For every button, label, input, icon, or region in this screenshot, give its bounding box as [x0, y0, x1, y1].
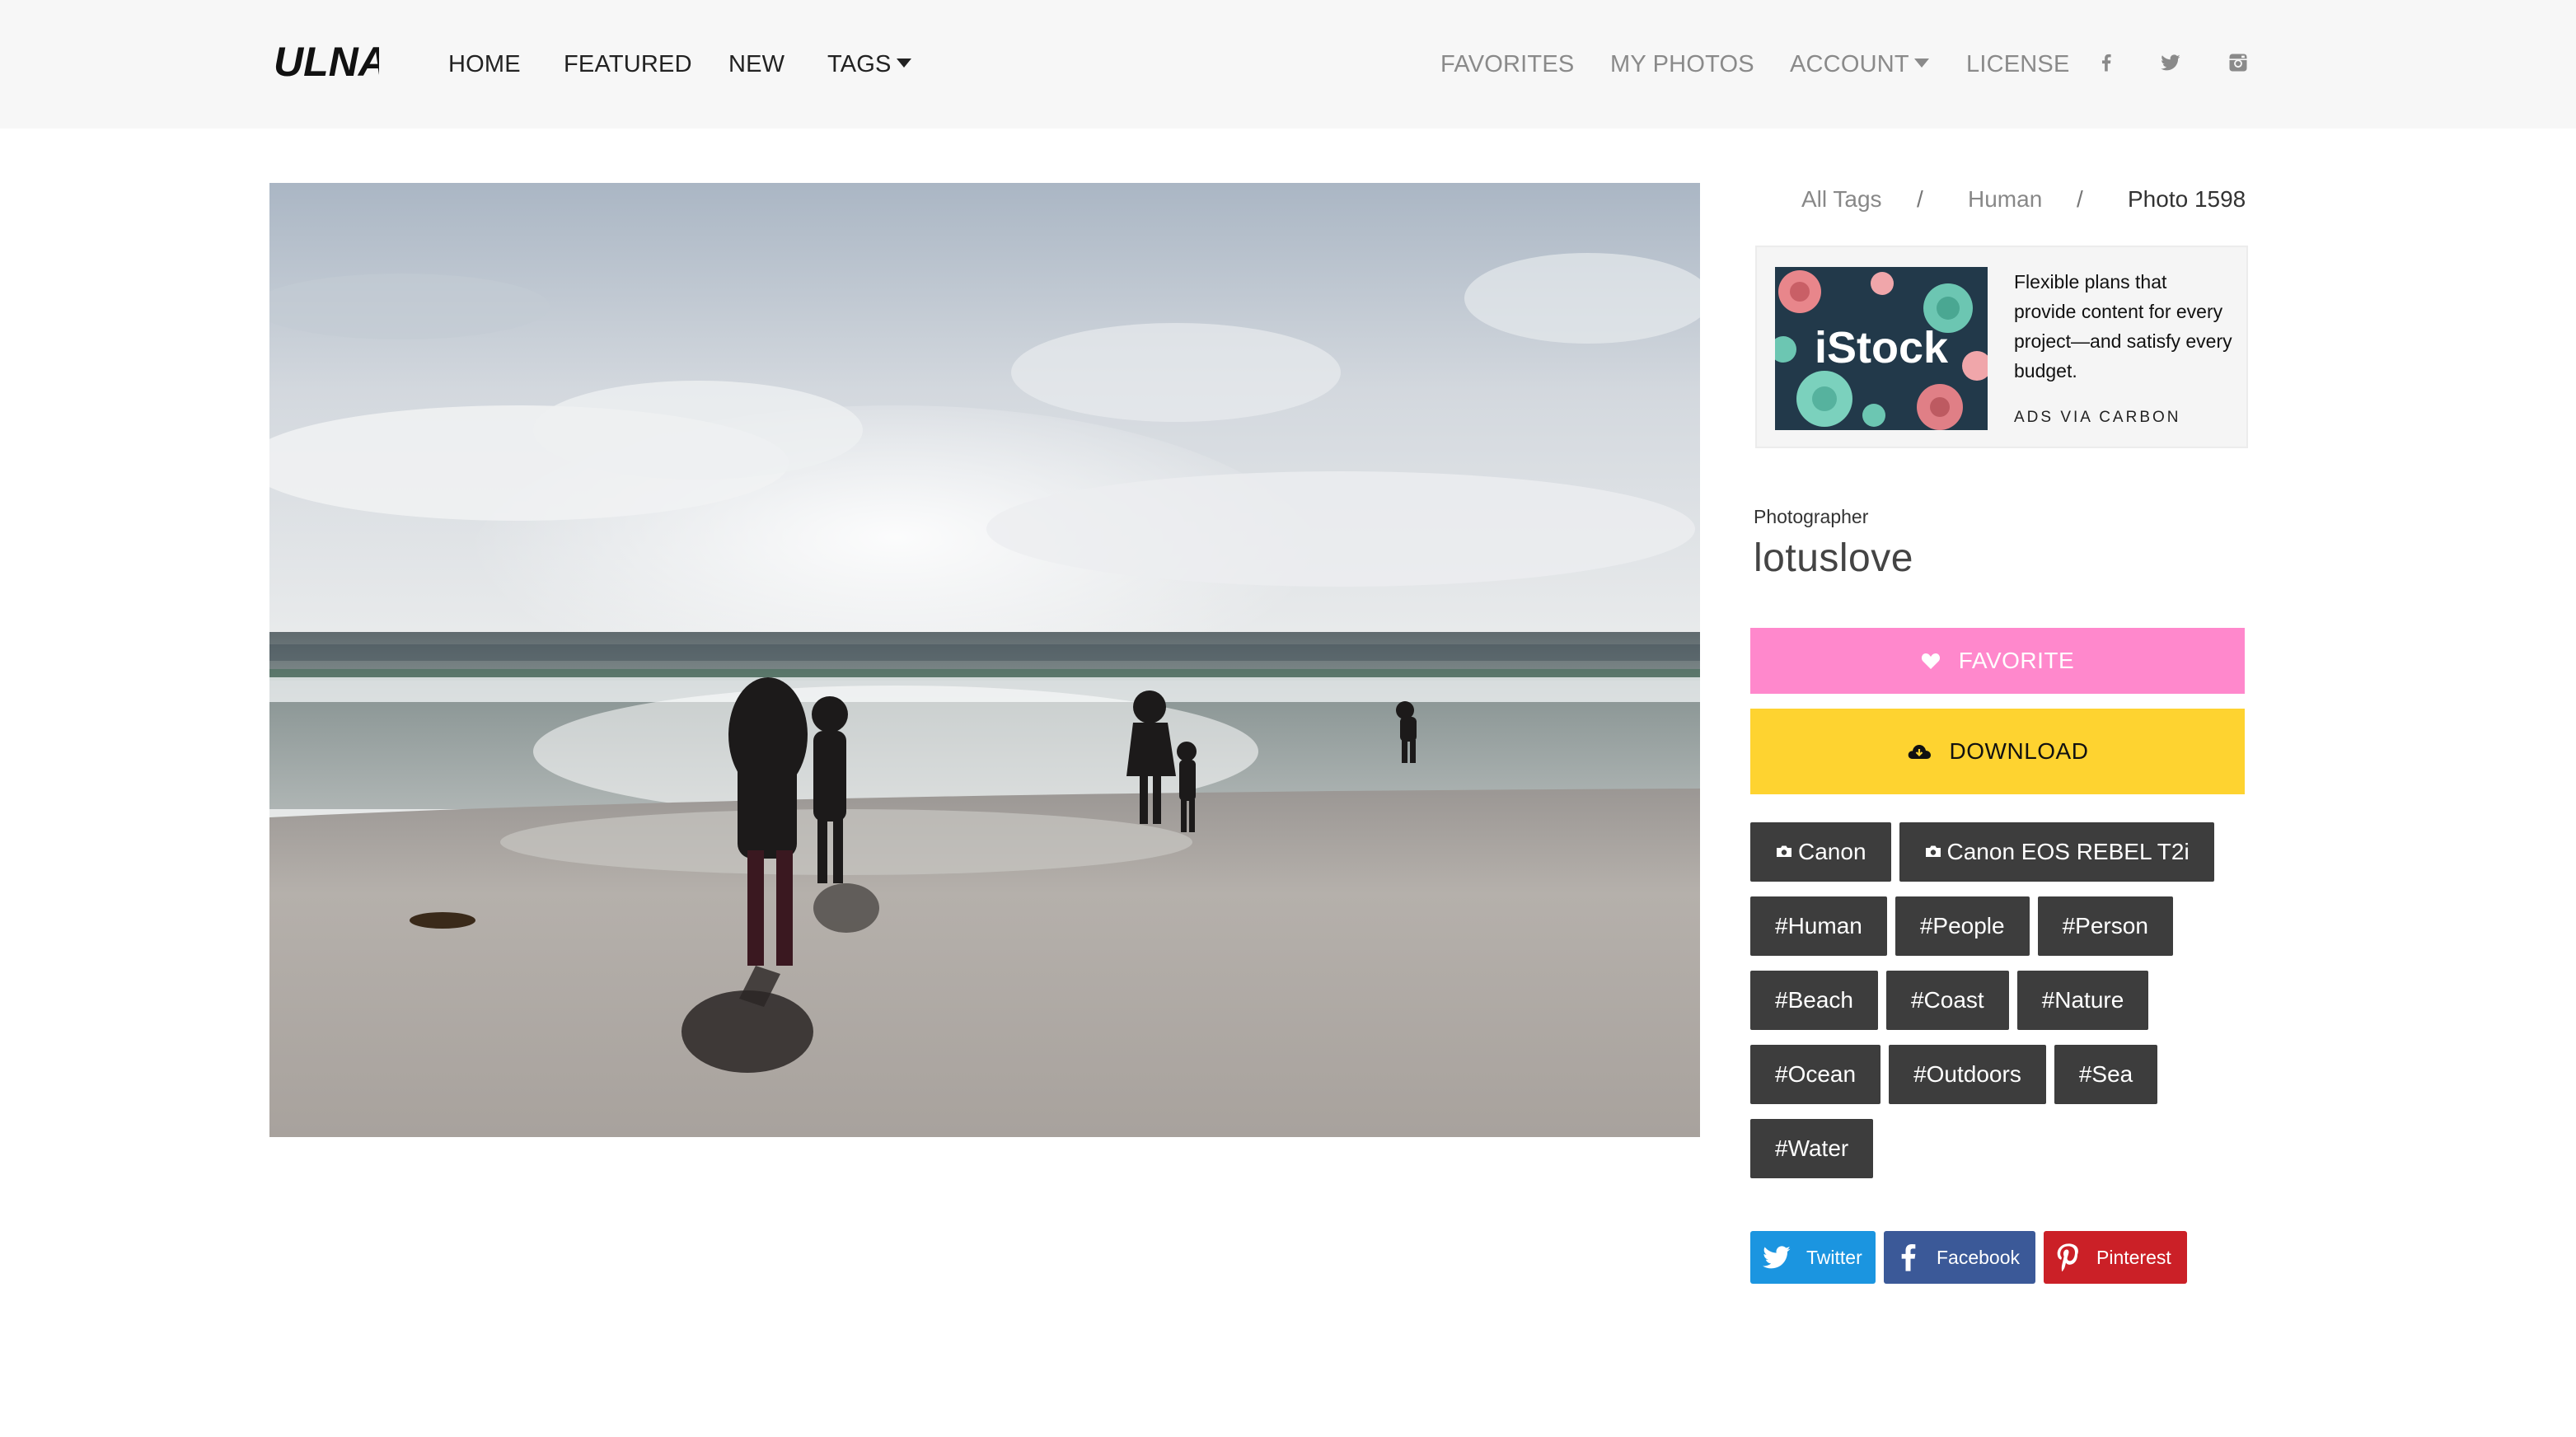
share-facebook-button[interactable]: Facebook: [1884, 1231, 2035, 1284]
tag-beach[interactable]: #Beach: [1750, 971, 1878, 1030]
share-pinterest-button[interactable]: Pinterest: [2044, 1231, 2187, 1284]
nav-account-label: ACCOUNT: [1790, 51, 1909, 77]
tag-water[interactable]: #Water: [1750, 1119, 1874, 1178]
tag-person[interactable]: #Person: [2037, 896, 2173, 956]
ad-text[interactable]: Flexible plans that provide content for …: [2014, 267, 2233, 386]
download-label: DOWNLOAD: [1949, 738, 2089, 764]
ulna-logo[interactable]: ULNA: [272, 36, 379, 86]
tag-list: Canon Canon EOS REBEL T2i #Human #People…: [1750, 822, 2261, 1193]
tag-nature[interactable]: #Nature: [2016, 971, 2149, 1030]
heart-icon: [1921, 653, 1940, 669]
twitter-icon[interactable]: [2159, 51, 2182, 74]
tag-ocean[interactable]: #Ocean: [1750, 1045, 1881, 1104]
breadcrumb-separator: /: [2077, 186, 2083, 212]
nav-tags[interactable]: TAGS: [827, 49, 911, 79]
ads-via-carbon[interactable]: ADS VIA CARBON: [2014, 409, 2181, 427]
nav-license[interactable]: LICENSE: [1966, 49, 2070, 79]
breadcrumb-current: Photo 1598: [2128, 186, 2246, 212]
favorite-label: FAVORITE: [1958, 648, 2075, 673]
tag-sea[interactable]: #Sea: [2054, 1045, 2158, 1104]
svg-text:ULNA: ULNA: [274, 39, 379, 85]
tag-human[interactable]: #Human: [1750, 896, 1887, 956]
camera-icon: [1777, 845, 1791, 857]
ad-image[interactable]: iStock: [1775, 267, 1988, 430]
nav-tags-label: TAGS: [827, 51, 892, 77]
svg-text:iStock: iStock: [1815, 323, 1949, 372]
share-twitter-button[interactable]: Twitter: [1750, 1231, 1876, 1284]
download-button[interactable]: DOWNLOAD: [1750, 709, 2245, 794]
breadcrumb-all-tags[interactable]: All Tags: [1801, 183, 1882, 216]
camera-tag-model[interactable]: Canon EOS REBEL T2i: [1899, 822, 2214, 882]
tag-people[interactable]: #People: [1895, 896, 2030, 956]
nav-featured[interactable]: FEATURED: [564, 49, 692, 79]
nav-my-photos[interactable]: MY PHOTOS: [1610, 49, 1754, 79]
camera-tag-canon[interactable]: Canon: [1750, 822, 1891, 882]
instagram-icon[interactable]: [2227, 51, 2250, 74]
cloud-download-icon: [1908, 745, 1931, 759]
nav-home[interactable]: HOME: [448, 49, 521, 79]
photographer-label: Photographer: [1754, 506, 1869, 527]
caret-down-icon: [896, 59, 911, 68]
share-twitter-label: Twitter: [1806, 1246, 1862, 1268]
breadcrumb-separator: /: [1917, 186, 1923, 212]
share-facebook-label: Facebook: [1937, 1246, 2021, 1268]
caret-down-icon: [1913, 59, 1929, 68]
main-photo[interactable]: [269, 183, 1700, 1137]
pinterest-icon: [2057, 1243, 2078, 1272]
photographer-name[interactable]: lotuslove: [1754, 536, 1913, 581]
camera-icon: [1925, 845, 1941, 857]
facebook-icon: [1901, 1244, 1916, 1271]
share-pinterest-label: Pinterest: [2096, 1246, 2171, 1268]
favorite-button[interactable]: FAVORITE: [1750, 628, 2245, 694]
facebook-icon[interactable]: [2095, 51, 2118, 74]
beach-silhouette-photo: [269, 183, 1700, 1137]
tag-outdoors[interactable]: #Outdoors: [1889, 1045, 2046, 1104]
nav-new[interactable]: NEW: [728, 49, 785, 79]
carbon-ad: iStock Flexible plans that provide conte…: [1755, 246, 2248, 448]
top-navbar: ULNA HOME FEATURED NEW TAGS FAVORITES MY…: [0, 0, 2576, 129]
tag-coast[interactable]: #Coast: [1885, 971, 2009, 1030]
nav-account[interactable]: ACCOUNT: [1790, 49, 1929, 79]
nav-favorites[interactable]: FAVORITES: [1440, 49, 1574, 79]
twitter-icon: [1763, 1246, 1791, 1269]
breadcrumb-human[interactable]: Human: [1968, 183, 2042, 216]
